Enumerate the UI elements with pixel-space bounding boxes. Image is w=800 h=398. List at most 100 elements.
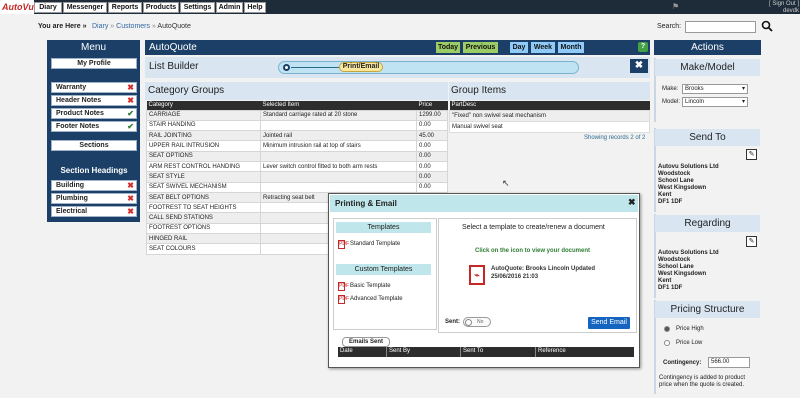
- table-cell[interactable]: HINGED RAIL: [146, 233, 261, 245]
- table-cell[interactable]: 0.00: [416, 160, 448, 173]
- app-logo[interactable]: AutoVu: [0, 0, 34, 14]
- nav-diary[interactable]: Diary: [34, 2, 62, 13]
- table-cell[interactable]: Minimum intrusion rail at top of stairs: [260, 140, 417, 152]
- nav-messenger[interactable]: Messenger: [63, 2, 107, 13]
- table-cell[interactable]: RAIL JOINTING: [146, 130, 261, 142]
- table-cell[interactable]: 0.00: [416, 140, 448, 152]
- contingency-input[interactable]: 566.00: [708, 357, 750, 368]
- pdf-document-icon[interactable]: ⌁: [469, 265, 485, 285]
- template-basic[interactable]: Basic Template: [350, 283, 391, 289]
- progress-step-dot[interactable]: [283, 64, 290, 71]
- table-cell[interactable]: SEAT COLOURS: [146, 243, 261, 255]
- table-cell[interactable]: Standard carriage rated at 20 stone: [260, 109, 417, 121]
- my-profile-button[interactable]: My Profile: [51, 58, 137, 69]
- table-row[interactable]: ARM REST CONTROL HANDING Lever switch con…: [146, 160, 448, 173]
- section-item-label: Electrical: [56, 208, 88, 215]
- table-cell[interactable]: [260, 119, 417, 132]
- table-cell[interactable]: Lever switch control fitted to both arm …: [260, 160, 417, 173]
- edit-icon[interactable]: ✎: [746, 236, 757, 247]
- send-email-button[interactable]: Send Email: [588, 317, 630, 329]
- make-select[interactable]: Brooks ▾: [682, 84, 748, 94]
- section-item-plumbing[interactable]: Plumbing ✖: [51, 193, 137, 204]
- table-cell[interactable]: 0.00: [416, 171, 448, 183]
- search-input[interactable]: [685, 21, 756, 33]
- table-row[interactable]: SEAT SWIVEL MECHANISM 0.00: [146, 181, 448, 193]
- table-row[interactable]: UPPER RAIL INTRUSION Minimum intrusion ra…: [146, 140, 448, 152]
- make-model-title: Make/Model: [655, 59, 760, 76]
- menu-item-product-notes[interactable]: Product Notes ✔: [51, 108, 137, 119]
- document-title[interactable]: AutoQuote: Brooks Lincoln Updated: [491, 266, 595, 272]
- table-cell[interactable]: 45.00: [416, 130, 448, 142]
- nav-products[interactable]: Products: [143, 2, 179, 13]
- table-cell[interactable]: CALL SEND STATIONS: [146, 212, 261, 224]
- help-icon[interactable]: ?: [638, 42, 648, 52]
- table-cell[interactable]: 0.00: [416, 150, 448, 162]
- cross-icon: ✖: [127, 194, 134, 203]
- table-cell[interactable]: 0.00: [416, 119, 448, 132]
- table-row[interactable]: STAIR HANDING 0.00: [146, 119, 448, 132]
- table-cell[interactable]: Manual swivel seat: [449, 120, 650, 133]
- table-cell[interactable]: [260, 150, 417, 162]
- table-row[interactable]: CARRIAGE Standard carriage rated at 20 st…: [146, 109, 448, 121]
- edit-icon[interactable]: ✎: [746, 149, 757, 160]
- table-cell[interactable]: STAIR HANDING: [146, 119, 261, 132]
- menu-item-header-notes[interactable]: Header Notes ✖: [51, 95, 137, 106]
- table-cell[interactable]: SEAT SWIVEL MECHANISM: [146, 181, 261, 193]
- table-cell[interactable]: SEAT OPTIONS: [146, 150, 261, 162]
- nav-reports[interactable]: Reports: [108, 2, 142, 13]
- price-high-radio[interactable]: [664, 326, 670, 332]
- close-icon[interactable]: ✖: [628, 197, 636, 208]
- price-low-radio[interactable]: [664, 340, 670, 346]
- user-info[interactable]: [ Sign Out ] devdk: [733, 1, 799, 14]
- table-cell[interactable]: UPPER RAIL INTRUSION: [146, 140, 261, 152]
- week-button[interactable]: Week: [531, 42, 555, 53]
- search-label: Search:: [657, 23, 682, 30]
- template-standard[interactable]: Standard Template: [350, 241, 400, 247]
- table-cell[interactable]: Jointed rail: [260, 130, 417, 142]
- previous-button[interactable]: Previous: [463, 42, 498, 53]
- table-cell[interactable]: [260, 181, 417, 193]
- table-cell[interactable]: SEAT BELT OPTIONS: [146, 191, 261, 204]
- print-email-step[interactable]: Print/Email: [339, 62, 383, 72]
- table-cell[interactable]: 0.00: [416, 181, 448, 193]
- breadcrumb-separator: »: [151, 23, 156, 30]
- breadcrumb-diary[interactable]: Diary: [92, 23, 108, 30]
- table-cell[interactable]: FOOTREST TO SEAT HEIGHTS: [146, 202, 261, 214]
- close-icon[interactable]: ✖: [630, 59, 648, 73]
- breadcrumb-customers[interactable]: Customers: [116, 23, 150, 30]
- table-row[interactable]: Manual swivel seat: [449, 120, 650, 133]
- table-cell[interactable]: FOOTREST OPTIONS: [146, 222, 261, 235]
- day-button[interactable]: Day: [510, 42, 528, 53]
- pdf-icon[interactable]: PDF: [338, 282, 349, 291]
- table-row[interactable]: SEAT STYLE 0.00: [146, 171, 448, 183]
- nav-admin[interactable]: Admin: [216, 2, 243, 13]
- table-cell[interactable]: ARM REST CONTROL HANDING: [146, 160, 261, 173]
- table-row[interactable]: SEAT OPTIONS 0.00: [146, 150, 448, 162]
- emails-sent-tab[interactable]: Emails Sent: [342, 337, 390, 347]
- sent-toggle[interactable]: No: [463, 317, 491, 327]
- nav-help[interactable]: Help: [244, 2, 266, 13]
- search-icon[interactable]: [761, 20, 773, 32]
- table-row[interactable]: "Fixed" non swivel seat mechanism: [449, 109, 650, 122]
- month-button[interactable]: Month: [558, 42, 584, 53]
- section-item-electrical[interactable]: Electrical ✖: [51, 206, 137, 217]
- today-button[interactable]: Today: [436, 42, 460, 53]
- sections-button[interactable]: Sections: [51, 140, 137, 151]
- cross-icon: ✖: [127, 96, 134, 105]
- flag-icon[interactable]: ⚑: [672, 3, 682, 11]
- pdf-icon[interactable]: PDF: [338, 295, 349, 304]
- pdf-icon[interactable]: PDF: [338, 240, 349, 249]
- table-cell[interactable]: "Fixed" non swivel seat mechanism: [449, 109, 650, 122]
- table-cell[interactable]: SEAT STYLE: [146, 171, 261, 183]
- template-advanced[interactable]: Advanced Template: [350, 296, 403, 302]
- table-row[interactable]: RAIL JOINTING Jointed rail 45.00: [146, 130, 448, 142]
- table-cell[interactable]: CARRIAGE: [146, 109, 261, 121]
- table-cell[interactable]: [260, 171, 417, 183]
- nav-settings[interactable]: Settings: [180, 2, 215, 13]
- model-select[interactable]: Lincoln ▾: [682, 97, 748, 107]
- sign-out-link[interactable]: [ Sign Out ]: [733, 1, 799, 7]
- table-cell[interactable]: 1299.00: [416, 109, 448, 121]
- menu-item-warranty[interactable]: Warranty ✖: [51, 82, 137, 93]
- menu-item-footer-notes[interactable]: Footer Notes ✔: [51, 121, 137, 132]
- section-item-building[interactable]: Building ✖: [51, 180, 137, 191]
